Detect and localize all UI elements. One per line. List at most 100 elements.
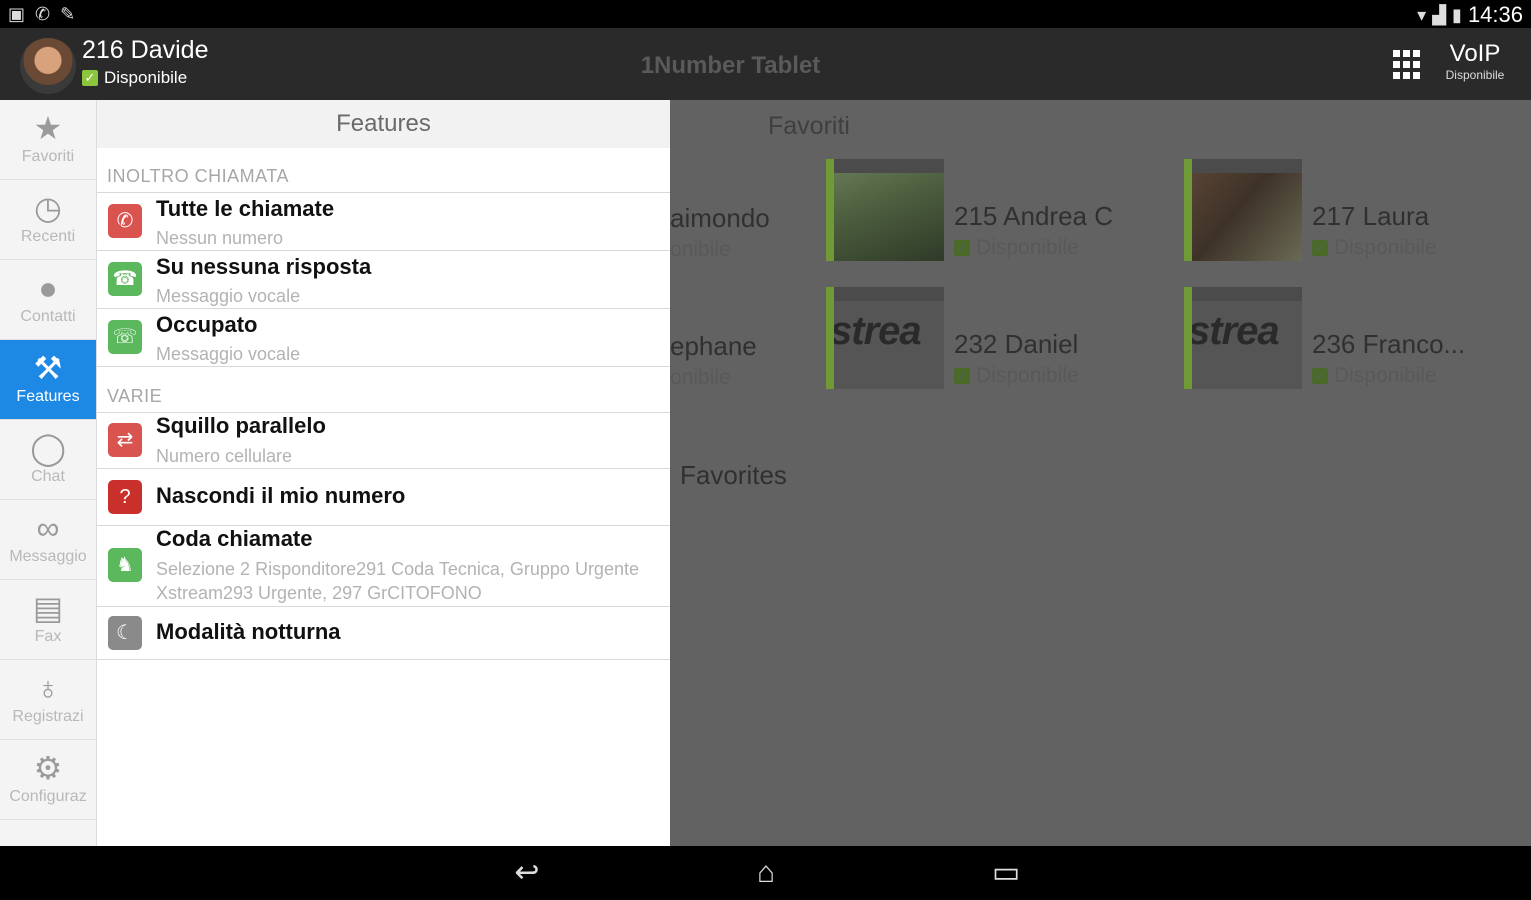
check-icon: ✓: [1312, 240, 1328, 256]
sidebar-item-chat[interactable]: ◯ Chat: [0, 420, 96, 500]
recent-apps-icon[interactable]: ▭: [976, 856, 1036, 890]
contact-name: ephane: [670, 331, 757, 361]
brand-logo-text: strea: [830, 309, 922, 353]
contact-status: ✓ Disponibile: [1312, 236, 1437, 260]
feature-all-calls[interactable]: ✆ Tutte le chiamate Nessun numero: [97, 193, 670, 250]
image-icon: ▣: [8, 4, 26, 24]
action-bar: 216 Davide ✓ Disponibile 1Number Tablet …: [0, 28, 1531, 100]
call-forward-icon: ✆: [108, 204, 142, 238]
feature-subtitle: Numero cellulare: [156, 446, 293, 466]
feature-hide-number[interactable]: ? Nascondi il mio numero: [97, 469, 670, 525]
feature-title: Su nessuna risposta: [156, 254, 372, 279]
contact-status-label: Disponibile: [1334, 364, 1437, 387]
feature-subtitle: Messaggio vocale: [156, 286, 301, 306]
app-title: 1Number Tablet: [0, 52, 1531, 80]
sidebar-item-label: Recenti: [20, 228, 76, 245]
home-icon[interactable]: ⌂: [736, 856, 796, 890]
feature-title: Modalità notturna: [156, 619, 341, 644]
person-icon: ●: [38, 270, 58, 306]
chat-icon: ◯: [30, 430, 66, 466]
favorites-area: Favoriti aimondo onibile ephane onibile …: [670, 100, 1531, 846]
favorites-header: Favoriti: [768, 112, 850, 140]
feature-title: Coda chiamate: [156, 526, 313, 551]
parallel-ring-icon: ⇄: [108, 423, 142, 457]
battery-icon: ▮: [1452, 4, 1462, 25]
contact-name: aimondo: [670, 203, 770, 233]
wifi-icon: ▾: [1417, 4, 1427, 25]
contact-photo: strea: [826, 287, 944, 389]
sidebar-item-label: Contatti: [20, 308, 76, 325]
feature-no-answer[interactable]: ☎ Su nessuna risposta Messaggio vocale: [97, 251, 670, 308]
features-panel: Features INOLTRO CHIAMATA ✆ Tutte le chi…: [97, 100, 670, 846]
section-header-forward: INOLTRO CHIAMATA: [107, 166, 290, 186]
feature-night-mode[interactable]: ☾ Modalità notturna: [97, 607, 670, 659]
sidebar-item-features[interactable]: ⚒ Features: [0, 340, 96, 420]
contact-name: 236 Franco...: [1312, 329, 1466, 359]
contact-status: ✓ Disponibile: [954, 236, 1079, 260]
contact-status: ✓ Disponibile: [1312, 364, 1437, 388]
contact-name: 215 Andrea C: [954, 201, 1114, 231]
sidebar-item-label: Chat: [31, 468, 65, 485]
back-icon[interactable]: ↩: [497, 856, 557, 890]
sidebar-item-messaggio[interactable]: ∞ Messaggio: [0, 500, 96, 580]
contact-name: 232 Daniel: [954, 329, 1079, 359]
sidebar-item-recenti[interactable]: ◷ Recenti: [0, 180, 96, 260]
check-icon: ✓: [954, 368, 970, 384]
check-icon: ✓: [954, 240, 970, 256]
sidebar-item-label: Favoriti: [21, 148, 75, 165]
contact-status-label: Disponibile: [1334, 236, 1437, 259]
feature-busy[interactable]: ☏ Occupato Messaggio vocale: [97, 309, 670, 366]
contact-name: 217 Laura: [1312, 201, 1430, 231]
call-queue-icon: ♞: [108, 548, 142, 582]
brand-logo-text: strea: [1188, 309, 1280, 353]
voicemail-icon: ∞: [36, 510, 60, 546]
voip-status: Disponibile: [1445, 68, 1505, 82]
feature-title: Occupato: [156, 312, 258, 337]
gear-icon: ⚙: [33, 750, 63, 786]
sidebar-item-contatti[interactable]: ● Contatti: [0, 260, 96, 340]
contact-status: ✓ Disponibile: [954, 364, 1079, 388]
feature-subtitle: Messaggio vocale: [156, 344, 301, 364]
contact-status-label: Disponibile: [976, 236, 1079, 259]
phone-icon: ✆: [35, 4, 51, 24]
sidebar-item-configurazione[interactable]: ⚙ Configuraz: [0, 740, 96, 820]
pencil-icon: ✎: [60, 4, 76, 24]
check-icon: ✓: [1312, 368, 1328, 384]
feature-subtitle: Nessun numero: [156, 228, 284, 248]
contact-photo: strea: [1184, 287, 1302, 389]
feature-title: Squillo parallelo: [156, 413, 326, 438]
dialpad-icon[interactable]: [1393, 50, 1423, 80]
contact-photo: [826, 159, 944, 261]
sidebar-item-label: Registrazi: [12, 708, 84, 725]
contact-status-label: Disponibile: [976, 364, 1079, 387]
status-bar: ▣ ✆ ✎ ▾ ▟ ▮ 14:36: [0, 0, 1531, 28]
sidebar: ★ Favoriti ◷ Recenti ● Contatti ⚒ Featur…: [0, 100, 97, 846]
hide-number-icon: ?: [108, 480, 142, 514]
microphone-icon: ♁: [36, 670, 60, 706]
sidebar-item-fax[interactable]: ▤ Fax: [0, 580, 96, 660]
clock-icon: ◷: [34, 190, 62, 226]
contact-photo: [1184, 159, 1302, 261]
voip-button[interactable]: VoIP Disponibile: [1434, 40, 1516, 82]
star-icon: ★: [33, 110, 63, 146]
printer-icon: ▤: [32, 590, 64, 626]
sidebar-item-label: Features: [16, 388, 80, 405]
sidebar-item-label: Messaggio: [9, 548, 87, 565]
sidebar-item-label: Configuraz: [9, 788, 87, 805]
favorites-label: Favorites: [680, 460, 787, 490]
clock-time: 14:36: [1467, 2, 1523, 27]
feature-title: Tutte le chiamate: [156, 196, 335, 221]
sidebar-item-registrazioni[interactable]: ♁ Registrazi: [0, 660, 96, 740]
panel-title: Features: [97, 100, 670, 148]
contact-status: onibile: [670, 366, 731, 389]
busy-icon: ☏: [108, 320, 142, 354]
wrench-icon: ⚒: [33, 350, 63, 386]
navigation-bar: ↩ ⌂ ▭: [0, 846, 1531, 900]
voip-label: VoIP: [1449, 40, 1501, 67]
section-header-misc: VARIE: [107, 386, 163, 406]
sidebar-item-favoriti[interactable]: ★ Favoriti: [0, 100, 96, 180]
feature-subtitle: Selezione 2 Risponditore291 Coda Tecnica…: [156, 559, 639, 603]
contact-status: onibile: [670, 238, 731, 261]
feature-call-queue[interactable]: ♞ Coda chiamate Selezione 2 Risponditore…: [97, 526, 670, 606]
feature-parallel-ring[interactable]: ⇄ Squillo parallelo Numero cellulare: [97, 413, 670, 468]
